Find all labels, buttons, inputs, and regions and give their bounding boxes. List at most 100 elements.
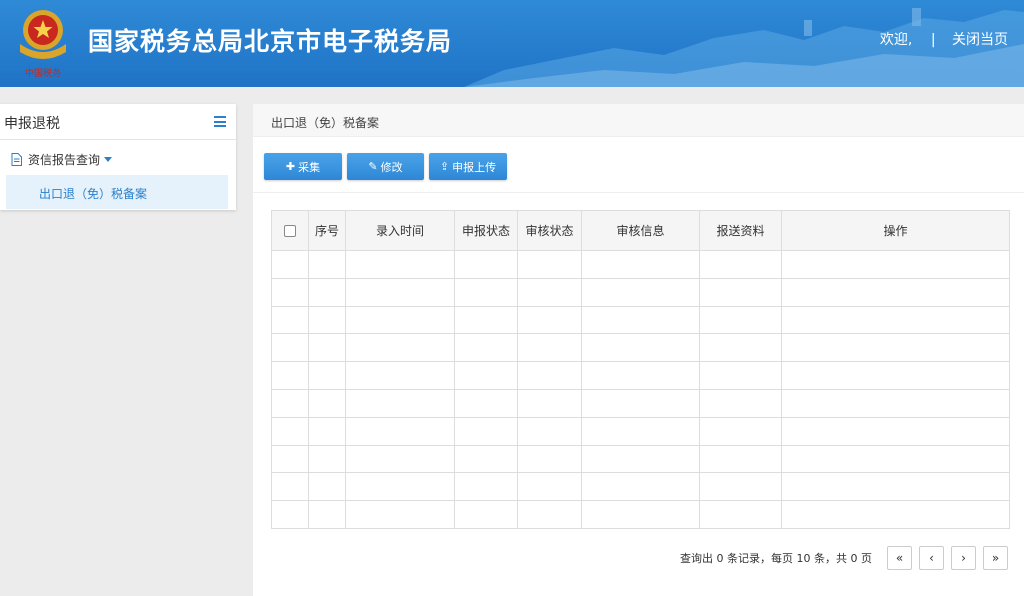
table-cell [271, 361, 309, 390]
table-cell [517, 472, 582, 502]
table-cell [308, 305, 346, 335]
table-cell [454, 250, 518, 279]
table-cell [345, 444, 455, 474]
edit-button[interactable]: ✎ 修改 [347, 153, 424, 180]
table-body [271, 250, 1010, 529]
svg-text:中国税务: 中国税务 [25, 67, 61, 79]
table-cell [308, 416, 346, 446]
table-cell [454, 444, 518, 474]
add-button-label: 采集 [298, 160, 321, 174]
table-cell [517, 305, 582, 335]
table-cell [699, 444, 782, 474]
add-button[interactable]: ✚ 采集 [264, 153, 342, 180]
table-row [271, 416, 1010, 446]
sidebar: 申报退税 资信报告查询 出口退（免）税备案 [0, 104, 236, 210]
table-cell [517, 416, 582, 446]
table-cell [271, 472, 309, 502]
upload-button-label: 申报上传 [452, 160, 497, 174]
last-page-button[interactable]: » [983, 546, 1008, 570]
table-cell [454, 472, 518, 502]
table-cell [345, 500, 455, 529]
table-cell [699, 500, 782, 529]
main-panel: 出口退（免）税备案 ✚ 采集 ✎ 修改 ⇪ 申报上传 序号 录入时间 申报状态 [253, 104, 1024, 596]
table-cell [581, 416, 700, 446]
table-cell [271, 305, 309, 335]
table-cell [271, 444, 309, 474]
table-row [271, 333, 1010, 363]
pagination-info: 查询出 0 条记录，每页 10 条，共 0 页 [680, 552, 872, 565]
edit-icon: ✎ [368, 160, 378, 173]
welcome-text: 欢迎, [879, 32, 913, 48]
table-cell [781, 361, 1010, 390]
table-cell [308, 388, 346, 418]
site-title: 国家税务总局北京市电子税务局 [88, 27, 453, 56]
table-cell [345, 361, 455, 390]
pagination: 查询出 0 条记录，每页 10 条，共 0 页 « ‹ › » [680, 546, 1008, 570]
column-header: 审核信息 [581, 210, 700, 251]
table-cell [781, 416, 1010, 446]
prev-page-button[interactable]: ‹ [919, 546, 944, 570]
column-header: 录入时间 [345, 210, 455, 251]
first-page-button[interactable]: « [887, 546, 912, 570]
table-cell [699, 250, 782, 279]
table-cell [517, 388, 582, 418]
toolbar-divider [253, 192, 1024, 193]
table-cell [517, 361, 582, 390]
table-row [271, 388, 1010, 418]
next-page-button[interactable]: › [951, 546, 976, 570]
sidebar-item-export-filing[interactable]: 出口退（免）税备案 [6, 175, 228, 209]
table-row [271, 444, 1010, 474]
table-cell [271, 388, 309, 418]
column-header: 审核状态 [517, 210, 582, 251]
select-all-header[interactable] [271, 210, 309, 251]
table-cell [454, 333, 518, 363]
table-cell [517, 333, 582, 363]
table-cell [454, 305, 518, 335]
caret-down-icon [104, 157, 113, 162]
close-page-link[interactable]: 关闭当页 [952, 29, 1008, 49]
table-cell [781, 333, 1010, 363]
table-cell [454, 500, 518, 529]
table-cell [308, 361, 346, 390]
table-cell [581, 333, 700, 363]
table-cell [581, 500, 700, 529]
table-cell [517, 500, 582, 529]
column-header: 操作 [781, 210, 1010, 251]
table-cell [581, 388, 700, 418]
table-cell [699, 305, 782, 335]
select-all-checkbox[interactable] [284, 225, 296, 237]
table-cell [781, 277, 1010, 307]
sidebar-header: 申报退税 [0, 104, 236, 140]
column-header: 报送资料 [699, 210, 782, 251]
table-cell [781, 250, 1010, 279]
table-row [271, 277, 1010, 307]
table-cell [271, 500, 309, 529]
table-cell [308, 277, 346, 307]
table-cell [781, 472, 1010, 502]
table-header-row: 序号 录入时间 申报状态 审核状态 审核信息 报送资料 操作 [271, 210, 1010, 251]
tax-emblem-logo: 中国税务 [14, 6, 72, 80]
upload-button[interactable]: ⇪ 申报上传 [429, 153, 507, 180]
table-cell [345, 416, 455, 446]
table-cell [308, 472, 346, 502]
hamburger-icon[interactable] [214, 116, 226, 127]
sidebar-title: 申报退税 [4, 116, 60, 132]
toolbar: ✚ 采集 ✎ 修改 ⇪ 申报上传 [264, 153, 507, 180]
plus-icon: ✚ [285, 160, 296, 173]
table-cell [781, 388, 1010, 418]
table-cell [517, 250, 582, 279]
header-separator: | [930, 32, 936, 48]
table-cell [581, 444, 700, 474]
app-header: 中国税务 国家税务总局北京市电子税务局 欢迎, | 关闭当页 [0, 0, 1024, 87]
table-cell [699, 388, 782, 418]
sidebar-group-credit-report[interactable]: 资信报告查询 [11, 151, 113, 168]
table-row [271, 305, 1010, 335]
table-cell [308, 333, 346, 363]
table-cell [345, 388, 455, 418]
table-cell [345, 305, 455, 335]
table-cell [308, 444, 346, 474]
table-cell [308, 500, 346, 529]
table-cell [345, 333, 455, 363]
sidebar-group-label: 资信报告查询 [28, 153, 101, 167]
table-cell [271, 250, 309, 279]
